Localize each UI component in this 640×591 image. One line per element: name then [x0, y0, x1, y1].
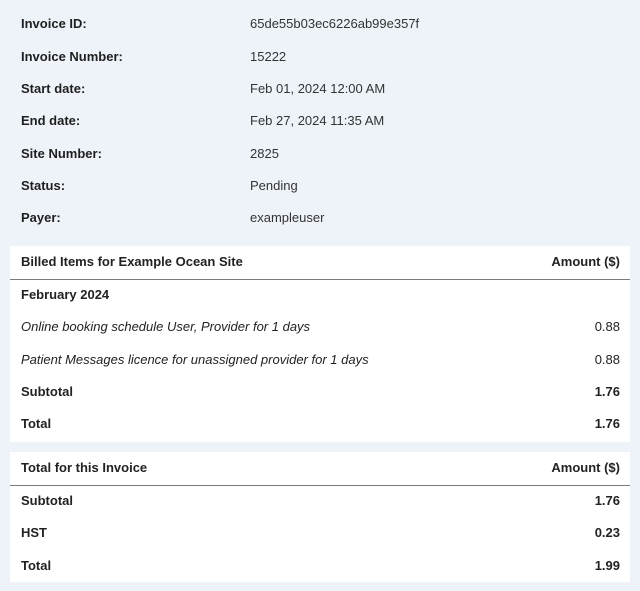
- item-description: Online booking schedule User, Provider f…: [21, 319, 311, 334]
- detail-value: Pending: [250, 178, 298, 193]
- table-header-title: Total for this Invoice: [21, 460, 148, 475]
- total-label: Total: [21, 416, 52, 431]
- detail-label: End date:: [21, 113, 81, 128]
- detail-status: Status: Pending: [0, 174, 640, 198]
- detail-payer: Payer: exampleuser: [0, 206, 640, 230]
- detail-value: 2825: [250, 146, 279, 161]
- table-header-amount: Amount ($): [551, 460, 620, 475]
- detail-invoice-id: Invoice ID: 65de55b03ec6226ab99e357f: [0, 12, 640, 36]
- detail-label: Start date:: [21, 81, 86, 96]
- subtotal-label: Subtotal: [21, 384, 73, 399]
- tax-value: 0.23: [594, 525, 620, 540]
- detail-invoice-number: Invoice Number: 15222: [0, 45, 640, 69]
- table-header-title: Billed Items for Example Ocean Site: [21, 254, 243, 269]
- detail-label: Invoice Number:: [21, 49, 123, 64]
- detail-label: Payer:: [21, 210, 61, 225]
- detail-label: Status:: [21, 178, 66, 193]
- total-value: 1.76: [594, 416, 620, 431]
- detail-end-date: End date: Feb 27, 2024 11:35 AM: [0, 109, 640, 133]
- invoice-total-table: Total for this Invoice Amount ($) Subtot…: [10, 452, 630, 582]
- month-label: February 2024: [21, 287, 110, 302]
- detail-value: Feb 27, 2024 11:35 AM: [250, 113, 385, 128]
- detail-value: Feb 01, 2024 12:00 AM: [250, 81, 386, 96]
- billed-items-table: Billed Items for Example Ocean Site Amou…: [10, 246, 630, 442]
- item-description: Patient Messages licence for unassigned …: [21, 352, 369, 367]
- detail-label: Site Number:: [21, 146, 102, 161]
- detail-site-number: Site Number: 2825: [0, 142, 640, 166]
- total-label: Total: [21, 558, 52, 573]
- detail-label: Invoice ID:: [21, 16, 87, 31]
- item-amount: 0.88: [594, 319, 620, 334]
- tax-label: HST: [21, 525, 47, 540]
- detail-value: 65de55b03ec6226ab99e357f: [250, 16, 420, 31]
- subtotal-label: Subtotal: [21, 493, 73, 508]
- subtotal-value: 1.76: [594, 493, 620, 508]
- detail-start-date: Start date: Feb 01, 2024 12:00 AM: [0, 77, 640, 101]
- header-divider: [10, 485, 630, 486]
- header-divider: [10, 279, 630, 280]
- table-header-amount: Amount ($): [551, 254, 620, 269]
- subtotal-value: 1.76: [594, 384, 620, 399]
- detail-value: exampleuser: [250, 210, 325, 225]
- item-amount: 0.88: [594, 352, 620, 367]
- detail-value: 15222: [250, 49, 287, 64]
- total-value: 1.99: [594, 558, 620, 573]
